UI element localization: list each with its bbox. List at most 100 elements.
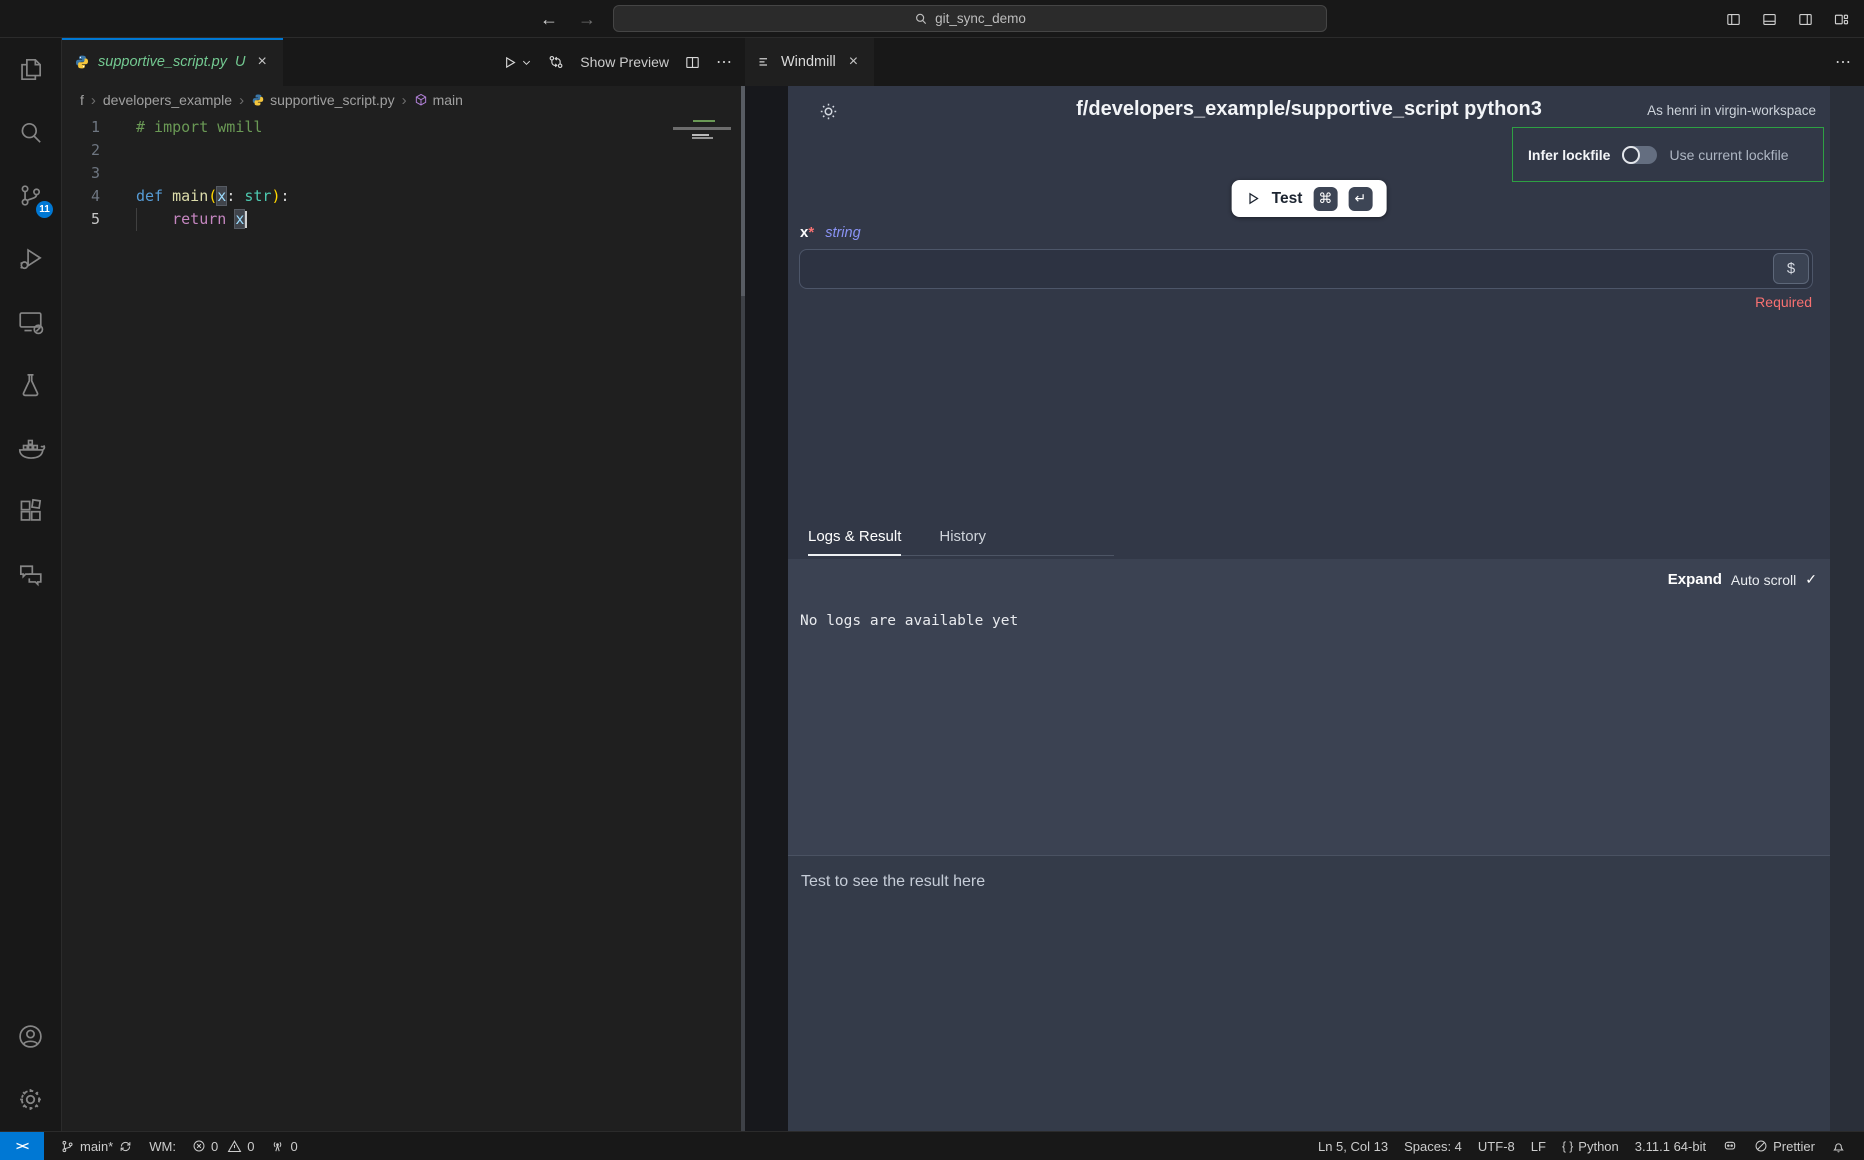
status-bar: >< main* WM: 0 0 0 Ln 5, Col 13 Spaces: … xyxy=(0,1131,1864,1160)
cursor-position[interactable]: Ln 5, Col 13 xyxy=(1310,1132,1396,1160)
warning-icon xyxy=(227,1139,242,1154)
argument-type: string xyxy=(825,225,860,241)
argument-x-input[interactable] xyxy=(799,249,1813,289)
tab-label: Windmill xyxy=(781,54,836,70)
workspace-context: As henri in virgin-workspace xyxy=(1647,103,1816,118)
settings-button[interactable] xyxy=(0,1068,61,1131)
language-braces-icon: { } xyxy=(1562,1139,1573,1153)
formatter-status[interactable]: Prettier xyxy=(1746,1132,1823,1160)
eol-status[interactable]: LF xyxy=(1523,1132,1554,1160)
lockfile-toggle[interactable] xyxy=(1622,146,1657,164)
encoding-status[interactable]: UTF-8 xyxy=(1470,1132,1523,1160)
line-number: 2 xyxy=(62,139,100,162)
minimap[interactable] xyxy=(679,116,741,256)
enter-key-badge: ↵ xyxy=(1348,187,1372,211)
line-number: 4 xyxy=(62,185,100,208)
accounts-button[interactable] xyxy=(0,1005,61,1068)
sidebar-item-search[interactable] xyxy=(0,101,61,164)
docker-whale-icon xyxy=(16,433,46,463)
sidebar-item-testing[interactable] xyxy=(0,353,61,416)
customize-layout-icon[interactable] xyxy=(1833,11,1850,28)
python-runtime[interactable]: 3.11.1 64-bit xyxy=(1627,1132,1714,1160)
code-editor[interactable]: 1 # import wmill 2 3 4 def main(x: str):… xyxy=(62,114,745,1131)
tab-history[interactable]: History xyxy=(939,528,986,555)
tab-windmill[interactable]: Windmill × xyxy=(745,38,874,86)
git-branch-status[interactable]: main* xyxy=(52,1132,141,1160)
result-empty-message: Test to see the result here xyxy=(801,873,985,891)
editor-tab-bar: supportive_script.py U × Show Preview ⋯ xyxy=(62,38,745,86)
ports-status[interactable]: 0 xyxy=(262,1132,305,1160)
indentation-status[interactable]: Spaces: 4 xyxy=(1396,1132,1470,1160)
line-number: 5 xyxy=(62,208,100,231)
copilot-button[interactable] xyxy=(1714,1132,1746,1160)
text-cursor xyxy=(245,211,247,228)
code-line: 2 xyxy=(62,139,745,162)
tab-label: supportive_script.py xyxy=(98,54,227,70)
python-file-icon xyxy=(74,54,90,70)
tab-modified-indicator: U xyxy=(235,54,245,70)
breadcrumb-root[interactable]: f xyxy=(80,92,84,108)
more-actions-icon[interactable]: ⋯ xyxy=(1835,52,1852,72)
editor-group-windmill: Windmill × ⋯ f/developers_example/suppor… xyxy=(745,38,1864,1131)
code-line: 1 # import wmill xyxy=(62,116,745,139)
windmill-list-icon xyxy=(757,55,772,70)
required-asterisk: * xyxy=(808,224,814,241)
variable-picker-button[interactable]: $ xyxy=(1773,253,1809,284)
close-icon[interactable]: × xyxy=(845,51,862,73)
check-icon[interactable]: ✓ xyxy=(1805,571,1817,588)
toggle-panel-icon[interactable] xyxy=(1761,11,1778,28)
testing-flask-icon xyxy=(16,370,45,399)
activity-bar: 11 xyxy=(0,38,62,1131)
show-preview-button[interactable]: Show Preview xyxy=(580,54,669,70)
logs-section: Expand Auto scroll ✓ No logs are availab… xyxy=(788,559,1830,855)
command-center-search[interactable]: git_sync_demo xyxy=(613,5,1327,32)
breadcrumb-chevron-icon: › xyxy=(239,92,244,109)
breadcrumb-symbol[interactable]: main xyxy=(414,92,463,108)
toggle-secondary-sidebar-icon[interactable] xyxy=(1797,11,1814,28)
webview-scrollbar[interactable] xyxy=(1830,86,1864,1131)
search-sidebar-icon xyxy=(16,118,45,147)
error-icon xyxy=(192,1139,206,1153)
auto-scroll-label[interactable]: Auto scroll xyxy=(1731,572,1796,588)
toggle-primary-sidebar-icon[interactable] xyxy=(1725,11,1742,28)
bell-icon xyxy=(1831,1139,1846,1154)
line-number: 1 xyxy=(62,116,100,139)
split-editor-icon[interactable] xyxy=(684,54,701,71)
problems-status[interactable]: 0 0 xyxy=(184,1132,262,1160)
search-icon xyxy=(914,12,928,26)
tab-supportive-script[interactable]: supportive_script.py U × xyxy=(62,38,283,86)
compare-changes-icon[interactable] xyxy=(547,53,565,71)
sidebar-item-remote-explorer[interactable] xyxy=(0,290,61,353)
required-note: Required xyxy=(1755,294,1812,310)
breadcrumb-folder[interactable]: developers_example xyxy=(103,92,232,108)
toggle-knob xyxy=(1622,146,1640,164)
code-line: 3 xyxy=(62,162,745,185)
more-actions-icon[interactable]: ⋯ xyxy=(716,52,733,72)
language-mode[interactable]: { } Python xyxy=(1554,1132,1627,1160)
sidebar-item-run-debug[interactable] xyxy=(0,227,61,290)
search-value: git_sync_demo xyxy=(935,11,1026,26)
sidebar-item-docker[interactable] xyxy=(0,416,61,479)
breadcrumb-file[interactable]: supportive_script.py xyxy=(251,92,395,108)
sidebar-item-source-control[interactable]: 11 xyxy=(0,164,61,227)
run-python-file-icon[interactable] xyxy=(501,54,532,71)
sidebar-item-extensions[interactable] xyxy=(0,479,61,542)
test-button[interactable]: Test ⌘ ↵ xyxy=(1232,180,1387,217)
tab-logs-result[interactable]: Logs & Result xyxy=(808,528,901,556)
navigate-forward-icon[interactable]: → xyxy=(578,10,596,28)
notifications-bell[interactable] xyxy=(1823,1132,1854,1160)
breadcrumb-chevron-icon: › xyxy=(402,92,407,109)
remote-indicator[interactable]: >< xyxy=(0,1132,44,1160)
prettier-disabled-icon xyxy=(1754,1139,1768,1153)
chevron-down-icon xyxy=(521,57,532,68)
sidebar-item-explorer[interactable] xyxy=(0,38,61,101)
navigate-back-icon[interactable]: ← xyxy=(540,10,558,28)
editor-group-code: supportive_script.py U × Show Preview ⋯ … xyxy=(62,38,745,1131)
use-current-lockfile-label: Use current lockfile xyxy=(1669,147,1788,163)
cmd-key-badge: ⌘ xyxy=(1313,187,1337,211)
close-icon[interactable]: × xyxy=(253,51,270,73)
remote-explorer-icon xyxy=(16,307,45,336)
sidebar-item-comments[interactable] xyxy=(0,542,61,605)
wm-status[interactable]: WM: xyxy=(141,1132,184,1160)
expand-button[interactable]: Expand xyxy=(1668,571,1722,588)
